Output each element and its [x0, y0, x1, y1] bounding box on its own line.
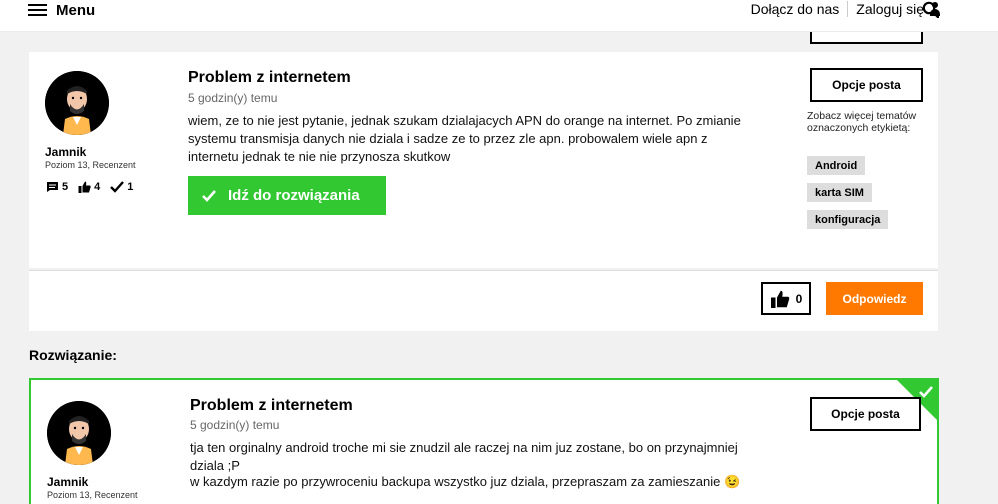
kudos-button-count: 0 [795, 291, 803, 306]
solutions-count: 1 [127, 181, 134, 193]
author-rank: Poziom 13, Recenzent [45, 160, 136, 170]
hamburger-icon [28, 3, 47, 17]
message-icon [47, 182, 58, 192]
go-to-solution-button[interactable]: Idź do rozwiązania [188, 176, 386, 215]
header-links: Dołącz do nas Zaloguj się [751, 0, 940, 18]
join-link[interactable]: Dołącz do nas [751, 1, 840, 17]
post-title: Problem z internetem [188, 69, 351, 86]
accepted-checkmark-icon [919, 386, 933, 398]
solution-author-rank: Poziom 13, Recenzent [47, 490, 138, 500]
kudos-count: 4 [94, 181, 101, 193]
solution-post-options-button[interactable]: Opcje posta [810, 397, 921, 431]
solutions-stat: 1 [110, 181, 133, 193]
header-divider [847, 1, 849, 17]
previous-post-options-button[interactable] [810, 32, 923, 44]
checkmark-icon [202, 189, 216, 202]
author-avatar[interactable] [45, 71, 109, 135]
kudos-stat: 4 [78, 181, 100, 193]
solution-post-timestamp: 5 godzin(y) temu [190, 418, 280, 432]
tags-label: Zobacz więcej tematów oznaczonych etykie… [807, 110, 917, 134]
checkmark-icon [110, 181, 125, 193]
tag-konfiguracja[interactable]: konfiguracja [807, 210, 889, 229]
author-name[interactable]: Jamnik [45, 145, 86, 159]
post-timestamp: 5 godzin(y) temu [188, 91, 278, 105]
thumbs-up-icon [770, 290, 789, 308]
login-link[interactable]: Zaloguj się [856, 1, 924, 17]
messages-stat: 5 [46, 181, 68, 193]
solution-post-title: Problem z internetem [190, 397, 353, 414]
solution-post-body-line1: tja ten orginalny android troche mi sie … [190, 440, 738, 473]
post-options-button[interactable]: Opcje posta [810, 68, 923, 102]
solution-author-name[interactable]: Jamnik [47, 475, 88, 489]
tag-android[interactable]: Android [807, 156, 866, 175]
solution-author-avatar[interactable] [47, 401, 111, 465]
menu-label: Menu [56, 1, 96, 19]
messages-count: 5 [62, 181, 69, 193]
thumbs-up-icon [78, 181, 91, 193]
search-icon[interactable] [922, 1, 940, 19]
solution-post-body-line2: w kazdym razie po przywroceniu backupa w… [190, 474, 741, 489]
post-body: wiem, ze to nie jest pytanie, jednak szu… [188, 113, 741, 164]
top-navigation-bar: Menu Dołącz do nas Zaloguj się [0, 0, 998, 32]
tag-karta-sim[interactable]: karta SIM [807, 183, 872, 202]
menu-button[interactable]: Menu [28, 0, 95, 20]
solution-heading: Rozwiązanie: [29, 347, 117, 363]
reply-button[interactable]: Odpowiedz [826, 282, 923, 315]
go-to-solution-label: Idź do rozwiązania [228, 187, 360, 204]
author-stats: 5 4 1 [46, 181, 133, 193]
kudos-button[interactable]: 0 [761, 282, 811, 315]
